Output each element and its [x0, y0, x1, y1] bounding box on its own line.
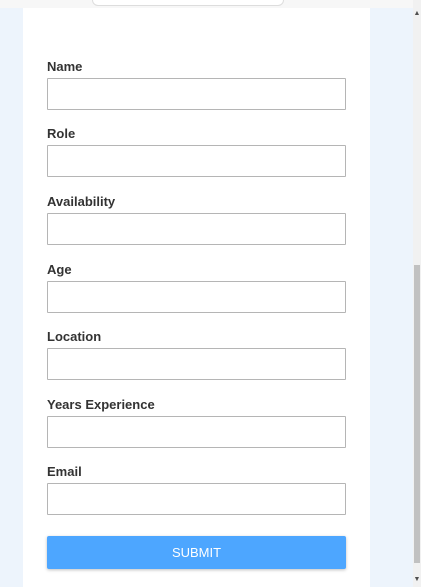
vertical-scrollbar[interactable]: ▲ ▼: [413, 0, 421, 587]
name-input[interactable]: [47, 78, 346, 110]
age-label: Age: [47, 262, 72, 277]
email-label: Email: [47, 464, 82, 479]
availability-label: Availability: [47, 194, 116, 209]
email-input[interactable]: [47, 483, 346, 515]
scrollbar-thumb[interactable]: [414, 265, 420, 563]
role-label: Role: [47, 126, 76, 141]
location-input[interactable]: [47, 348, 346, 380]
address-bar-edge: [92, 0, 284, 6]
page-viewport: Name Role Availability Age Location Year…: [0, 0, 421, 587]
age-input[interactable]: [47, 281, 346, 313]
chevron-up-icon[interactable]: ▲: [413, 8, 421, 20]
name-label: Name: [47, 59, 83, 74]
role-input[interactable]: [47, 145, 346, 177]
top-toolbar-strip: [0, 0, 413, 8]
years-experience-label: Years Experience: [47, 397, 155, 412]
submit-button[interactable]: SUBMIT: [47, 536, 346, 569]
years-experience-input[interactable]: [47, 416, 346, 448]
location-label: Location: [47, 329, 102, 344]
profile-form: Name Role Availability Age Location Year…: [23, 8, 370, 587]
availability-input[interactable]: [47, 213, 346, 245]
chevron-down-icon[interactable]: ▼: [413, 574, 421, 586]
